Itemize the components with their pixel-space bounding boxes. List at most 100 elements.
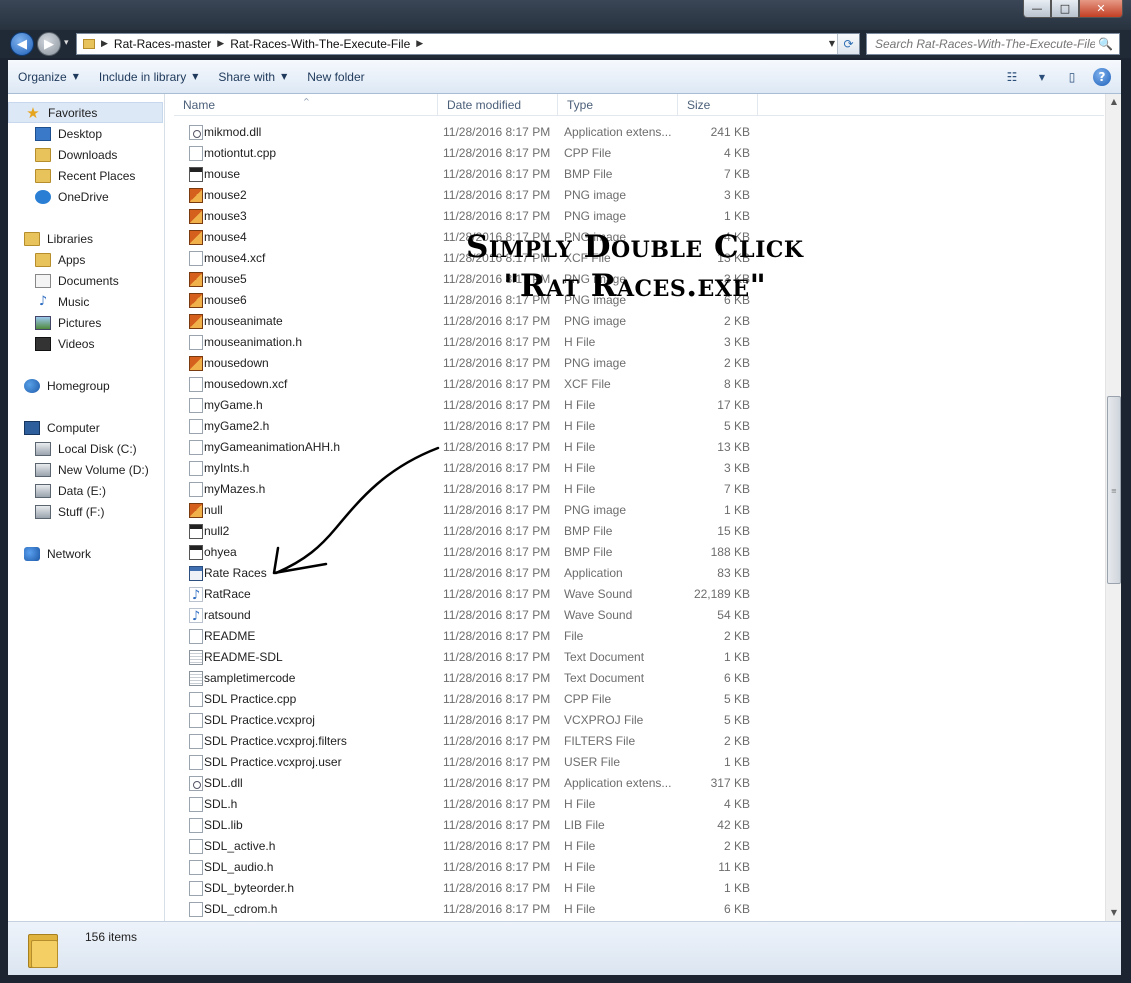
nav-downloads-label: Downloads (58, 147, 118, 162)
file-name: SDL.dll (204, 776, 243, 790)
view-options-dropdown[interactable]: ▼ (1031, 66, 1053, 88)
file-row[interactable]: SDL Practice.cpp 11/28/2016 8:17 PM CPP Fi… (174, 689, 1104, 710)
file-row[interactable]: README-SDL 11/28/2016 8:17 PM Text Documen… (174, 647, 1104, 668)
include-in-library-menu[interactable]: Include in library ▼ (89, 60, 209, 93)
breadcrumb-separator-icon[interactable]: ▶ (217, 39, 224, 49)
breadcrumb-rat-races-master[interactable]: Rat-Races-master (114, 37, 211, 51)
file-size: 5 KB (723, 419, 750, 433)
share-with-label: Share with (218, 69, 276, 84)
file-size: 83 KB (717, 566, 750, 580)
nav-pictures[interactable]: Pictures (8, 312, 163, 333)
breadcrumb-current-folder[interactable]: Rat-Races-With-The-Execute-File (230, 37, 410, 51)
breadcrumb-separator-icon[interactable]: ▶ (416, 39, 423, 49)
nav-onedrive[interactable]: OneDrive (8, 186, 163, 207)
back-button[interactable]: ◀ (10, 32, 34, 56)
scroll-up-button[interactable]: ▲ (1106, 94, 1122, 110)
maximize-button[interactable]: □ (1051, 0, 1079, 18)
close-button[interactable]: ✕ (1079, 0, 1123, 18)
file-row[interactable]: mouse3 11/28/2016 8:17 PM PNG image 1 KB (174, 206, 1104, 227)
file-row[interactable]: SDL_active.h 11/28/2016 8:17 PM H File 2 KB (174, 836, 1104, 857)
file-row[interactable]: mikmod.dll 11/28/2016 8:17 PM Application … (174, 122, 1104, 143)
file-row[interactable]: SDL_cdrom.h 11/28/2016 8:17 PM H File 6 KB (174, 899, 1104, 920)
nav-stuff-f[interactable]: Stuff (F:) (8, 501, 163, 522)
forward-button[interactable]: ▶ (37, 32, 61, 56)
file-row[interactable]: SDL Practice.vcxproj.filters 11/28/2016 8… (174, 731, 1104, 752)
file-row[interactable]: ♪ ratsound 11/28/2016 8:17 PM Wave Sound 54 … (174, 605, 1104, 626)
nav-data-e[interactable]: Data (E:) (8, 480, 163, 501)
nav-homegroup[interactable]: Homegroup (8, 375, 163, 396)
nav-pictures-label: Pictures (58, 315, 102, 330)
refresh-button[interactable]: ⟳ (837, 34, 859, 54)
file-size: 241 KB (710, 125, 750, 139)
file-row[interactable]: SDL.h 11/28/2016 8:17 PM H File 4 KB (174, 794, 1104, 815)
column-header-name[interactable]: Name ^ (174, 94, 438, 116)
preview-pane-button[interactable]: ▯ (1061, 66, 1083, 88)
file-row[interactable]: README 11/28/2016 8:17 PM File 2 KB (174, 626, 1104, 647)
file-row[interactable]: SDL.lib 11/28/2016 8:17 PM LIB File 42 KB (174, 815, 1104, 836)
file-row[interactable]: myGame2.h 11/28/2016 8:17 PM H File 5 KB (174, 416, 1104, 437)
recent-pages-button[interactable]: ▾ (64, 38, 69, 48)
file-row[interactable]: mouse2 11/28/2016 8:17 PM PNG image 3 KB (174, 185, 1104, 206)
help-button[interactable]: ? (1091, 66, 1113, 88)
file-row[interactable]: SDL Practice.vcxproj 11/28/2016 8:17 PM VC… (174, 710, 1104, 731)
column-header-date-modified[interactable]: Date modified (438, 94, 558, 116)
file-name: README-SDL (204, 650, 283, 664)
address-bar[interactable]: ▶ Rat-Races-master ▶ Rat-Races-With-The-… (76, 33, 860, 55)
vertical-scrollbar[interactable]: ▲ ≡ ▼ (1105, 94, 1121, 921)
help-icon: ? (1093, 68, 1111, 86)
file-name: RatRace (204, 587, 251, 601)
change-view-button[interactable]: ☷ (1001, 66, 1023, 88)
scrollbar-thumb[interactable]: ≡ (1107, 396, 1121, 584)
generic-file-icon (189, 860, 203, 875)
search-input[interactable] (875, 37, 1095, 51)
file-size: 188 KB (710, 545, 750, 559)
nav-computer[interactable]: Computer (8, 417, 163, 438)
file-row[interactable]: mouse 11/28/2016 8:17 PM BMP File 7 KB (174, 164, 1104, 185)
nav-downloads[interactable]: Downloads (8, 144, 163, 165)
nav-local-disk-c[interactable]: Local Disk (C:) (8, 438, 163, 459)
file-date-modified: 11/28/2016 8:17 PM (443, 125, 551, 139)
file-row[interactable]: motiontut.cpp 11/28/2016 8:17 PM CPP File 4… (174, 143, 1104, 164)
file-row[interactable]: SDL.dll 11/28/2016 8:17 PM Application ext… (174, 773, 1104, 794)
nav-apps[interactable]: Apps (8, 249, 163, 270)
file-row[interactable]: SDL Practice.vcxproj.user 11/28/2016 8:17… (174, 752, 1104, 773)
file-row[interactable]: mousedown 11/28/2016 8:17 PM PNG image 2 KB (174, 353, 1104, 374)
share-with-menu[interactable]: Share with ▼ (208, 60, 297, 93)
file-size: 22,189 KB (693, 587, 750, 601)
column-header-type[interactable]: Type (558, 94, 678, 116)
file-row[interactable]: ♪ RatRace 11/28/2016 8:17 PM Wave Sound 22,1… (174, 584, 1104, 605)
nav-documents[interactable]: Documents (8, 270, 163, 291)
breadcrumb-separator-icon[interactable]: ▶ (101, 39, 108, 49)
file-row[interactable]: sampletimercode 11/28/2016 8:17 PM Text Do… (174, 668, 1104, 689)
file-type: USER File (564, 755, 621, 769)
nav-favorites[interactable]: ★ Favorites (8, 102, 163, 123)
scroll-down-button[interactable]: ▼ (1106, 905, 1122, 921)
file-row[interactable]: mousedown.xcf 11/28/2016 8:17 PM XCF File 8… (174, 374, 1104, 395)
search-box[interactable]: 🔍 (866, 33, 1120, 55)
file-date-modified: 11/28/2016 8:17 PM (443, 734, 551, 748)
minimize-button[interactable]: — (1023, 0, 1051, 18)
new-folder-button[interactable]: New folder (297, 60, 374, 93)
nav-new-volume-d[interactable]: New Volume (D:) (8, 459, 163, 480)
navigation-pane: ★ Favorites Desktop Downloads Recent Plac… (8, 94, 165, 921)
organize-menu[interactable]: Organize ▼ (8, 60, 89, 93)
file-row[interactable]: SDL_byteorder.h 11/28/2016 8:17 PM H File 1… (174, 878, 1104, 899)
file-row[interactable]: SDL_audio.h 11/28/2016 8:17 PM H File 11 KB (174, 857, 1104, 878)
file-size: 4 KB (723, 146, 750, 160)
search-icon[interactable]: 🔍 (1098, 37, 1113, 51)
nav-videos[interactable]: Videos (8, 333, 163, 354)
nav-recent-places[interactable]: Recent Places (8, 165, 163, 186)
nav-desktop[interactable]: Desktop (8, 123, 163, 144)
nav-music[interactable]: ♪ Music (8, 291, 163, 312)
file-row[interactable]: myGame.h 11/28/2016 8:17 PM H File 17 KB (174, 395, 1104, 416)
column-header-size[interactable]: Size (678, 94, 758, 116)
file-row[interactable]: mouseanimate 11/28/2016 8:17 PM PNG image 2… (174, 311, 1104, 332)
file-date-modified: 11/28/2016 8:17 PM (443, 629, 551, 643)
nav-network[interactable]: Network (8, 543, 163, 564)
nav-libraries[interactable]: Libraries (8, 228, 163, 249)
generic-file-icon (189, 713, 203, 728)
forward-arrow-icon: ▶ (44, 36, 54, 52)
address-history-dropdown[interactable]: ▼ (829, 39, 835, 48)
file-row[interactable]: mouseanimation.h 11/28/2016 8:17 PM H File… (174, 332, 1104, 353)
file-type: Text Document (564, 650, 645, 664)
